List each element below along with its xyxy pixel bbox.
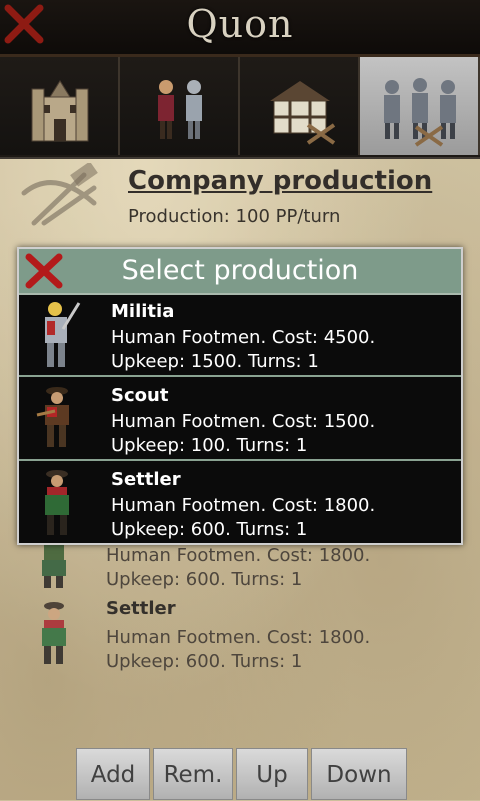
tab-construction[interactable] xyxy=(240,57,360,155)
option-militia[interactable]: Militia Human Footmen. Cost: 4500. Upkee… xyxy=(19,295,461,377)
select-production-dialog: Select production Militia Human Footmen.… xyxy=(17,247,463,545)
option-cost: Human Footmen. Cost: 1500. xyxy=(111,411,376,432)
tab-company-production[interactable] xyxy=(360,57,480,155)
army-icon xyxy=(384,78,456,147)
app-title: Quon xyxy=(186,2,294,46)
settler-portrait-icon xyxy=(45,470,69,535)
option-cost: Human Footmen. Cost: 4500. xyxy=(111,327,376,348)
option-scout[interactable]: Scout Human Footmen. Cost: 1500. Upkeep:… xyxy=(19,379,461,461)
option-upkeep: Upkeep: 600. Turns: 1 xyxy=(111,519,308,540)
option-cost: Human Footmen. Cost: 1800. xyxy=(111,495,376,516)
house-build-icon xyxy=(270,81,336,145)
tab-strip xyxy=(0,57,480,159)
dialog-header: Select production xyxy=(19,249,461,295)
tab-heroes[interactable] xyxy=(120,57,240,155)
option-upkeep: Upkeep: 1500. Turns: 1 xyxy=(111,351,319,372)
option-upkeep: Upkeep: 100. Turns: 1 xyxy=(111,435,308,456)
option-name: Settler xyxy=(111,469,181,490)
scout-portrait-icon xyxy=(36,387,69,447)
dialog-title: Select production xyxy=(121,255,359,286)
option-name: Militia xyxy=(111,301,175,322)
option-settler[interactable]: Settler Human Footmen. Cost: 1800. Upkee… xyxy=(19,463,461,545)
knights-icon xyxy=(158,80,202,139)
title-bar: Quon xyxy=(0,0,480,57)
militia-portrait-icon xyxy=(45,302,81,367)
castle-icon xyxy=(31,80,89,142)
option-name: Scout xyxy=(111,385,169,406)
tab-buildings[interactable] xyxy=(0,57,120,155)
